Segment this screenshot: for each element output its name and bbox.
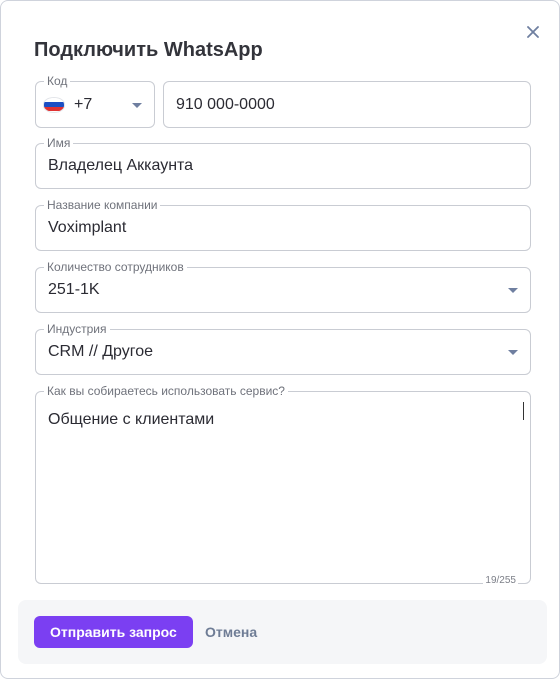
whatsapp-connect-dialog: Подключить WhatsApp Код +7 910 000-0000 … <box>0 0 560 679</box>
character-counter: 19/255 <box>483 575 518 586</box>
chevron-down-icon <box>132 102 142 108</box>
phone-number-value: 910 000-0000 <box>176 95 275 113</box>
close-button[interactable] <box>524 23 542 41</box>
company-name-field[interactable]: Название компании Voximplant <box>35 198 531 251</box>
chevron-down-icon <box>508 288 518 293</box>
usage-value: Общение с клиентами <box>48 411 215 428</box>
name-value: Владелец Аккаунта <box>48 157 194 174</box>
country-code-value: +7 <box>74 95 93 113</box>
text-cursor <box>523 402 524 420</box>
employees-count-value: 251-1K <box>48 281 100 298</box>
usage-label: Как вы собираетесь использовать сервис? <box>44 384 288 398</box>
industry-select[interactable]: Индустрия CRM // Другое <box>35 322 531 375</box>
name-field[interactable]: Имя Владелец Аккаунта <box>35 136 531 189</box>
employees-count-select[interactable]: Количество сотрудников 251-1K <box>35 260 531 313</box>
chevron-down-icon <box>508 350 518 355</box>
submit-request-button[interactable]: Отправить запрос <box>34 616 193 648</box>
close-icon <box>527 26 539 38</box>
usage-textarea[interactable]: Как вы собираетесь использовать сервис? … <box>35 384 531 586</box>
company-name-value: Voximplant <box>48 219 127 236</box>
dialog-title: Подключить WhatsApp <box>34 39 263 61</box>
industry-value: CRM // Другое <box>48 343 154 360</box>
country-code-select[interactable]: Код +7 <box>35 74 155 128</box>
dialog-footer: Отправить запрос Отмена <box>18 600 547 664</box>
cancel-button[interactable]: Отмена <box>205 616 257 648</box>
russia-flag-icon <box>44 97 64 112</box>
phone-number-field[interactable]: 910 000-0000 <box>163 81 531 128</box>
